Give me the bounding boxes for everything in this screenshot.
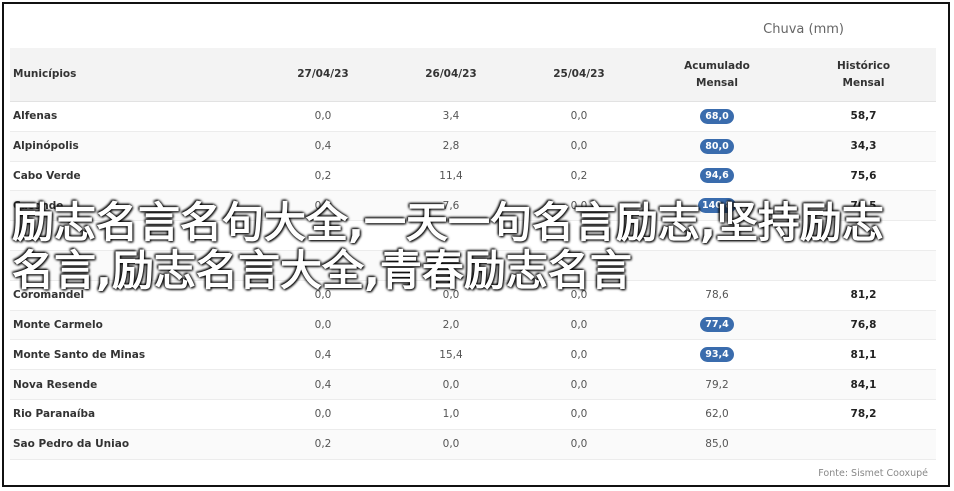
day3-cell: 0,0 (515, 339, 643, 371)
day1-cell: 0,0 (259, 399, 387, 430)
municipio-cell: Alpinópolis (10, 131, 259, 162)
day3-cell: 0,0 (515, 399, 643, 430)
unit-label: Chuva (mm) (763, 22, 844, 37)
day2-cell: 2,8 (387, 131, 515, 162)
day1-cell: 0,4 (259, 131, 387, 162)
table-row: Rio Paranaíba 0,0 1,0 0,0 62,0 78,2 (10, 399, 936, 430)
historico-cell: 76,8 (791, 310, 936, 341)
day2-cell: 2,0 (387, 310, 515, 341)
day2-cell: 11,4 (387, 161, 515, 192)
municipio-cell: Alfenas (10, 101, 259, 132)
header-26-04: 26/04/23 (387, 48, 515, 102)
municipio-cell: Monte Carmelo (10, 310, 259, 341)
table-row: Monte Carmelo 0,0 2,0 0,0 77,4 76,8 (10, 310, 936, 341)
historico-cell (791, 429, 936, 460)
table-row: Nova Resende 0,4 0,0 0,0 79,2 84,1 (10, 369, 936, 400)
watermark-overlay-text: 励志名言名句大全,一天一句名言励志,坚持励志名言,励志名言大全,青春励志名言 (12, 198, 884, 295)
acumulado-badge: 77,4 (700, 317, 734, 333)
historico-cell: 58,7 (791, 101, 936, 132)
header-municipios: Municípios (10, 48, 259, 102)
header-27-04: 27/04/23 (259, 48, 387, 102)
municipio-cell: Cabo Verde (10, 161, 259, 192)
acumulado-badge: 80,0 (700, 138, 734, 154)
day1-cell: 0,0 (259, 310, 387, 341)
day2-cell: 0,0 (387, 429, 515, 460)
day2-cell: 15,4 (387, 339, 515, 371)
header-acumulado: Acumulado Mensal (643, 48, 791, 102)
table-row: Alfenas 0,0 3,4 0,0 68,0 58,7 (10, 101, 936, 132)
historico-cell: 84,1 (791, 369, 936, 400)
municipio-cell: Monte Santo de Minas (10, 339, 259, 371)
table-row: Sao Pedro da Uniao 0,2 0,0 0,0 85,0 (10, 429, 936, 460)
source-note: Fonte: Sismet Cooxupé (818, 468, 928, 479)
acumulado-cell: 80,0 (643, 131, 791, 162)
table-row: Cabo Verde 0,2 11,4 0,2 94,6 75,6 (10, 161, 936, 192)
day2-cell: 0,0 (387, 369, 515, 400)
day3-cell: 0,0 (515, 369, 643, 400)
historico-cell: 78,2 (791, 399, 936, 430)
municipio-cell: Rio Paranaíba (10, 399, 259, 430)
day1-cell: 0,4 (259, 369, 387, 400)
acumulado-cell: 85,0 (643, 429, 791, 460)
acumulado-badge: 93,4 (700, 347, 734, 363)
day2-cell: 1,0 (387, 399, 515, 430)
day3-cell: 0,0 (515, 429, 643, 460)
table-row: Monte Santo de Minas 0,4 15,4 0,0 93,4 81,1 (10, 339, 936, 371)
historico-cell: 75,6 (791, 161, 936, 192)
acumulado-cell: 79,2 (643, 369, 791, 400)
day1-cell: 0,2 (259, 429, 387, 460)
acumulado-badge: 94,6 (700, 168, 734, 184)
table-row: Alpinópolis 0,4 2,8 0,0 80,0 34,3 (10, 131, 936, 162)
day3-cell: 0,0 (515, 131, 643, 162)
header-25-04: 25/04/23 (515, 48, 643, 102)
acumulado-cell: 77,4 (643, 310, 791, 341)
acumulado-cell: 68,0 (643, 101, 791, 132)
day3-cell: 0,2 (515, 161, 643, 192)
day2-cell: 3,4 (387, 101, 515, 132)
table-header-row: Municípios 27/04/23 26/04/23 25/04/23 Ac… (10, 48, 936, 102)
header-historico: Histórico Mensal (791, 48, 936, 102)
historico-cell: 34,3 (791, 131, 936, 162)
historico-cell: 81,1 (791, 339, 936, 371)
acumulado-cell: 94,6 (643, 161, 791, 192)
acumulado-badge: 68,0 (700, 108, 734, 124)
day1-cell: 0,0 (259, 101, 387, 132)
screenshot-frame: Chuva (mm) Municípios 27/04/23 26/04/23 … (2, 2, 950, 487)
day1-cell: 0,2 (259, 161, 387, 192)
day3-cell: 0,0 (515, 101, 643, 132)
day3-cell: 0,0 (515, 310, 643, 341)
municipio-cell: Sao Pedro da Uniao (10, 429, 259, 460)
municipio-cell: Nova Resende (10, 369, 259, 400)
acumulado-cell: 93,4 (643, 339, 791, 371)
day1-cell: 0,4 (259, 339, 387, 371)
acumulado-cell: 62,0 (643, 399, 791, 430)
